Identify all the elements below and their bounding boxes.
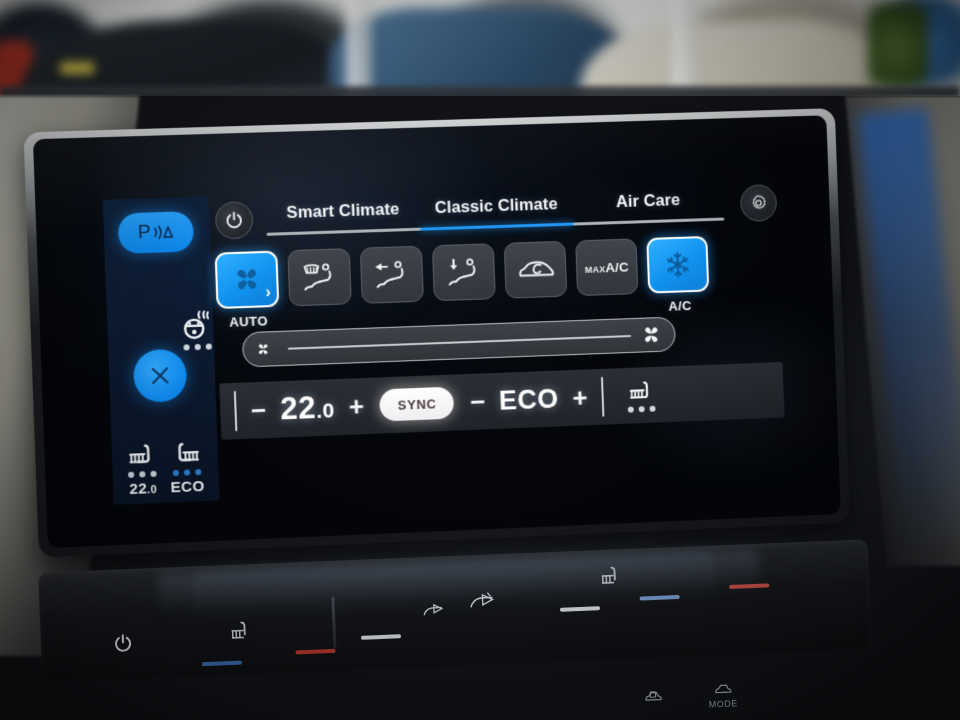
eco-control: − ECO + (469, 382, 588, 417)
hw-temp-cold-marker-left[interactable] (201, 660, 242, 667)
eco-value: ECO (498, 383, 560, 416)
bottom-bar-divider-right (600, 376, 605, 417)
steering-wheel-heater-dots (183, 343, 213, 351)
max-ac-button[interactable]: MAXA/C (575, 238, 639, 297)
passenger-seat-level-dots (172, 468, 202, 477)
climate-bottom-bar: − 22.0 + SYNC − ECO + (219, 362, 785, 440)
seat-heater-icon (126, 441, 158, 468)
steering-wheel-heater-control[interactable] (180, 309, 214, 351)
tab-air-care[interactable]: Air Care (572, 189, 724, 213)
temperature-value: 22.0 (279, 389, 336, 427)
temp-decrease-button[interactable]: − (250, 395, 266, 426)
climate-power-button[interactable] (214, 201, 254, 240)
drive-mode-icon (715, 684, 732, 694)
hw-temp-hot-marker-left[interactable] (295, 648, 336, 655)
seat-heater-icon (627, 378, 655, 403)
face-vent-seat-icon (374, 260, 403, 288)
auto-expand-chevron[interactable]: › (265, 284, 271, 301)
park-distance-control-icon (151, 222, 174, 243)
gear-icon (749, 193, 768, 212)
eco-decrease-button[interactable]: − (469, 386, 485, 417)
main-panel: Smart Climate Classic Climate Air Care ›… (208, 178, 788, 500)
hw-seat-heater-icon[interactable] (228, 618, 251, 647)
auto-button-caption: AUTO (229, 313, 269, 330)
steering-wheel-heater-icon (180, 309, 214, 340)
tab-smart-climate[interactable]: Smart Climate (265, 199, 420, 223)
tab-active-indicator (420, 222, 574, 231)
ac-button[interactable]: A/C (646, 235, 710, 314)
defrost-seat-vent-button[interactable] (287, 248, 352, 307)
temperature-control: − 22.0 + (250, 388, 365, 429)
drive-mode-button[interactable]: MODE (708, 680, 738, 709)
infotainment-photo-scene: P 22.0 ECO Smart Climate Classic Climate… (0, 0, 960, 720)
rail-seat-heater-group: 22.0 ECO (112, 439, 220, 499)
passenger-seat-heater-control[interactable]: ECO (169, 440, 205, 497)
driver-seat-level-dots (128, 470, 158, 478)
climate-ui: P 22.0 ECO Smart Climate Classic Climate… (102, 178, 789, 505)
backdrop-plant (868, 0, 928, 90)
center-console-buttons: MODE (559, 667, 821, 720)
auto-climate-button[interactable]: › AUTO (214, 250, 280, 330)
eco-increase-button[interactable]: + (572, 382, 588, 412)
tab-classic-climate[interactable]: Classic Climate (420, 194, 573, 218)
sync-button[interactable]: SYNC (379, 386, 455, 422)
footwell-vent-seat-icon (448, 258, 476, 286)
drive-mode-label: MODE (708, 698, 738, 710)
hw-temp-hot-marker-right[interactable] (729, 583, 770, 589)
backdrop-licence-plate-1 (60, 62, 94, 74)
fan-small-icon[interactable] (254, 340, 272, 358)
climate-tabs: Smart Climate Classic Climate Air Care (265, 184, 725, 236)
passenger-eco-label: ECO (170, 477, 205, 497)
screen-glass[interactable]: P 22.0 ECO Smart Climate Classic Climate… (32, 115, 841, 549)
air-recirculation-car-icon (515, 255, 556, 284)
face-vent-button[interactable] (359, 245, 424, 304)
climate-settings-button[interactable] (739, 184, 778, 222)
max-ac-label: MAXA/C (584, 259, 630, 275)
fan-large-icon[interactable] (639, 322, 665, 348)
fan-slider-track[interactable] (287, 334, 632, 350)
sync-label: SYNC (397, 395, 437, 413)
snowflake-icon (661, 248, 694, 281)
windscreen-defrost-seat-icon (299, 260, 340, 294)
fan-speed-slider[interactable] (241, 316, 677, 368)
close-x-icon (146, 362, 173, 389)
park-distance-control-button[interactable]: P (117, 211, 195, 254)
driver-seat-heater-control[interactable]: 22.0 (126, 441, 159, 498)
left-rail: P 22.0 ECO (102, 196, 220, 505)
bottom-bar-divider-left (233, 390, 238, 432)
car-lock-button[interactable] (642, 688, 663, 707)
driver-temp-label: 22.0 (129, 480, 158, 499)
ac-button-caption: A/C (668, 298, 692, 314)
hardware-power-button[interactable] (113, 633, 134, 659)
close-button[interactable] (132, 348, 188, 403)
hw-volume-marker[interactable] (360, 634, 402, 640)
passenger-seat-heater-button[interactable] (627, 378, 656, 413)
pdc-label: P (137, 221, 152, 244)
footwell-vent-button[interactable] (431, 243, 496, 302)
temp-increase-button[interactable]: + (348, 391, 364, 422)
power-icon (224, 210, 244, 230)
car-lock-icon (644, 691, 662, 701)
infotainment-screen[interactable]: P 22.0 ECO Smart Climate Classic Climate… (23, 108, 850, 558)
fan-icon (237, 269, 257, 290)
passenger-seat-heater-dots (627, 405, 656, 413)
seat-heater-icon (171, 440, 202, 467)
power-icon (115, 634, 132, 652)
recirculation-button[interactable] (503, 240, 568, 299)
